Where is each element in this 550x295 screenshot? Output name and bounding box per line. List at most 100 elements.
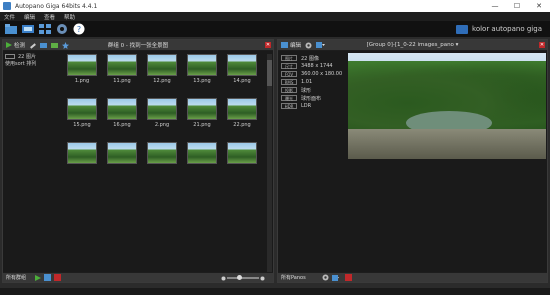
- thumbnail[interactable]: 11.png: [107, 54, 137, 86]
- groups-panel-header: 检测 群组 0 - 找到一张全景图 ✕: [3, 40, 273, 51]
- render-icon: [316, 42, 326, 48]
- thumbnail[interactable]: 16.png: [107, 98, 137, 130]
- slider-knob[interactable]: [237, 275, 242, 280]
- remove-pano-button[interactable]: [344, 274, 352, 281]
- panorama-preview[interactable]: [348, 53, 546, 159]
- play-all-button[interactable]: [34, 274, 41, 281]
- pano-footer-render-button[interactable]: [331, 274, 339, 281]
- scrollbar-thumb[interactable]: [267, 60, 272, 86]
- kolor-logo-icon: [456, 24, 469, 34]
- add-group-button[interactable]: [44, 274, 52, 281]
- info-tag: HDR: [281, 103, 297, 109]
- thumbnail-image: [187, 98, 217, 120]
- thumbnail[interactable]: 1.png: [67, 54, 97, 86]
- pano-info: 图片 22 图像 尺寸 3488 x 1744 FOV 360.00 x 180.00…: [281, 54, 345, 110]
- thumbnail-scrollbar[interactable]: [267, 54, 272, 272]
- render-button[interactable]: [316, 42, 326, 48]
- play-icon: [6, 42, 12, 48]
- menu-edit[interactable]: 编辑: [24, 13, 35, 21]
- groups-panel: 检测 群组 0 - 找到一张全景图 ✕ 22 图片 使用sort 排列 1.pn…: [2, 39, 274, 283]
- tools-button[interactable]: [29, 42, 36, 49]
- thumbnail[interactable]: [147, 142, 177, 174]
- thumbnail[interactable]: 2.png: [147, 98, 177, 130]
- info-row: RMS 1.01: [281, 78, 345, 86]
- info-value: 22 图像: [301, 55, 319, 62]
- thumbnail-label: 15.png: [73, 122, 91, 128]
- thumbnail[interactable]: [227, 142, 257, 174]
- edit-icon: [281, 42, 288, 48]
- info-tag: 曝光: [281, 95, 297, 101]
- help-button[interactable]: ?: [72, 23, 85, 35]
- panoramas-panel: 编辑 [Group 0]-[1_0-22 images_pano ▾ ✕ 图片 2…: [277, 39, 548, 283]
- pano-settings-button[interactable]: [305, 42, 312, 49]
- gear-icon: [305, 42, 312, 48]
- detect-label: 检测: [14, 43, 26, 49]
- thumbnail[interactable]: 14.png: [227, 54, 257, 86]
- gear-icon: [322, 274, 329, 281]
- thumbnail-image: [187, 54, 217, 76]
- pano-footer-settings-button[interactable]: [322, 274, 329, 281]
- open-folder-button[interactable]: [4, 23, 17, 35]
- thumbnail[interactable]: 13.png: [187, 54, 217, 86]
- remove-pano-icon: [344, 274, 352, 281]
- info-value: 球形面布: [301, 95, 322, 102]
- thumbnail-image: [147, 54, 177, 76]
- thumbnail[interactable]: [187, 142, 217, 174]
- maximize-button[interactable]: ☐: [506, 0, 528, 12]
- panoramas-panel-footer: 所有Panos: [278, 272, 547, 282]
- settings-button[interactable]: [55, 23, 68, 35]
- star-button[interactable]: [62, 41, 70, 49]
- window-title: Autopano Giga 64bits 4.4.1: [15, 2, 98, 10]
- thumbnail[interactable]: 12.png: [147, 54, 177, 86]
- minimize-button[interactable]: —: [484, 0, 506, 12]
- thumbnail-label: 13.png: [193, 78, 211, 84]
- image-count-icon: [5, 54, 15, 59]
- menu-bar: 文件 编辑 查看 帮助: [0, 12, 550, 21]
- thumbnail[interactable]: [107, 142, 137, 174]
- play-icon: [34, 274, 41, 281]
- close-window-button[interactable]: ✕: [528, 0, 550, 12]
- group-button[interactable]: [40, 42, 48, 49]
- app-icon: [3, 2, 11, 10]
- thumbnail-image: [107, 98, 137, 120]
- thumbnail-image: [67, 142, 97, 164]
- info-row: FOV 360.00 x 180.00: [281, 70, 345, 78]
- edit-button[interactable]: 编辑: [281, 41, 301, 49]
- thumbnail[interactable]: 22.png: [227, 98, 257, 130]
- all-panos-label: 所有Panos: [281, 275, 306, 281]
- window-controls: — ☐ ✕: [484, 0, 550, 12]
- brand-text: kolor autopano giga: [472, 25, 542, 33]
- thumbnail-label: 1.png: [74, 78, 90, 84]
- group-sort[interactable]: 使用sort 排列: [5, 60, 65, 67]
- menu-help[interactable]: 帮助: [64, 13, 75, 21]
- thumbnail-label: 14.png: [233, 78, 251, 84]
- thumbnail-image: [67, 98, 97, 120]
- svg-text:?: ?: [76, 25, 80, 34]
- remove-group-button[interactable]: [54, 274, 62, 281]
- info-row: 图片 22 图像: [281, 54, 345, 62]
- thumbnail-size-slider[interactable]: [221, 275, 265, 281]
- detect-button[interactable]: 检测: [6, 41, 25, 49]
- gear-icon: [56, 24, 67, 34]
- zoom-in-icon: [260, 276, 265, 281]
- import-images-button[interactable]: [21, 23, 34, 35]
- close-groups-panel-button[interactable]: ✕: [265, 42, 271, 48]
- wrench-icon: [30, 42, 36, 49]
- info-row: 尺寸 3488 x 1744: [281, 62, 345, 70]
- menu-file[interactable]: 文件: [4, 13, 15, 21]
- menu-view[interactable]: 查看: [44, 13, 55, 21]
- info-tag: 尺寸: [281, 63, 297, 69]
- export-button[interactable]: [51, 42, 59, 49]
- close-panoramas-panel-button[interactable]: ✕: [539, 42, 545, 48]
- thumbnail[interactable]: [67, 142, 97, 174]
- batch-button[interactable]: [38, 23, 51, 35]
- all-groups-label: 所有群组: [6, 275, 27, 281]
- info-value: 360.00 x 180.00: [301, 71, 343, 77]
- group-image-count[interactable]: 22 图片: [5, 53, 65, 60]
- star-icon: [62, 41, 70, 49]
- status-bar: [0, 288, 550, 295]
- thumbnail-image: [227, 98, 257, 120]
- info-tag: 投影: [281, 87, 297, 93]
- thumbnail[interactable]: 21.png: [187, 98, 217, 130]
- thumbnail[interactable]: 15.png: [67, 98, 97, 130]
